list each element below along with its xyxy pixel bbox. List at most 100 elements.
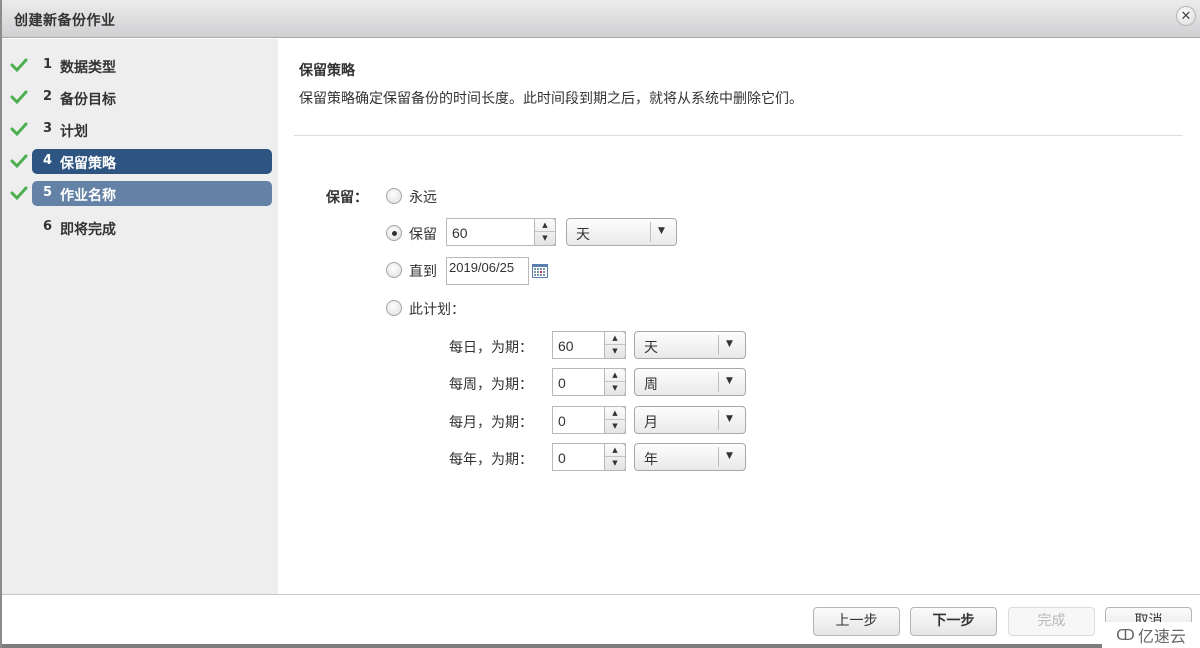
bottom-border [2,644,1102,648]
spin-down-button[interactable]: ▼ [605,457,625,470]
monthly-label: 每月，为期： [449,415,533,431]
yearly-value-input[interactable]: 0 ▲ ▼ [552,443,626,471]
divider [294,135,1183,136]
close-icon: ✕ [1180,8,1192,24]
monthly-value-spinner: ▲ ▼ [604,406,626,434]
watermark: ↀ 亿速云 [1102,622,1200,648]
select-separator [718,372,719,392]
step-label: 备份目标 [60,92,116,108]
step-label: 即将完成 [60,222,116,238]
radio-keep[interactable] [386,225,402,241]
dialog-footer: 上一步 下一步 完成 取消 [2,594,1200,648]
step-backup-target[interactable]: 2 备份目标 [2,85,278,110]
until-date-input[interactable]: 2019/06/25 [446,257,529,285]
create-backup-job-dialog: 创建新备份作业 ✕ 1 数据类型 2 备份目标 3 计划 4 保留策略 5 作业… [0,0,1200,648]
spin-up-button[interactable]: ▲ [605,407,625,420]
radio-schedule-label: 此计划： [409,302,465,318]
yearly-unit-value: 年 [644,452,658,468]
check-icon [10,122,28,137]
back-button[interactable]: 上一步 [813,607,900,636]
retain-label: 保留： [326,190,368,206]
retention-policy-panel: 保留策略 保留策略确定保留备份的时间长度。此时间段到期之后，就将从系统中删除它们… [278,39,1200,594]
weekly-value: 0 [558,375,566,391]
chevron-down-icon: ▼ [726,451,733,461]
radio-forever-label: 永远 [409,190,437,206]
step-number: 6 [43,219,53,234]
step-number: 2 [43,89,53,104]
spin-down-button[interactable]: ▼ [535,232,555,245]
monthly-unit-select[interactable]: 月 ▼ [634,406,746,434]
keep-value-spinner: ▲ ▼ [534,218,556,246]
radio-schedule[interactable] [386,300,402,316]
next-button[interactable]: 下一步 [910,607,997,636]
step-number: 1 [43,57,53,72]
step-number: 4 [43,153,53,168]
step-schedule[interactable]: 3 计划 [2,117,278,142]
yearly-value: 0 [558,450,566,466]
spin-up-button[interactable]: ▲ [605,332,625,345]
keep-unit-value: 天 [576,227,590,243]
radio-until[interactable] [386,262,402,278]
dialog-titlebar: 创建新备份作业 ✕ [2,0,1200,38]
check-icon [10,90,28,105]
until-date-value: 2019/06/25 [449,260,515,275]
daily-value-input[interactable]: 60 ▲ ▼ [552,331,626,359]
daily-unit-value: 天 [644,340,658,356]
step-label: 计划 [60,124,88,140]
check-icon [10,186,28,201]
chevron-down-icon: ▼ [726,376,733,386]
monthly-unit-value: 月 [644,415,658,431]
radio-forever[interactable] [386,188,402,204]
step-data-type[interactable]: 1 数据类型 [2,53,278,78]
spin-down-button[interactable]: ▼ [605,382,625,395]
chevron-down-icon: ▼ [726,414,733,424]
chevron-down-icon: ▼ [726,339,733,349]
step-label: 作业名称 [60,188,116,204]
yearly-label: 每年，为期： [449,452,533,468]
spin-down-button[interactable]: ▼ [605,345,625,358]
radio-until-label: 直到 [409,264,437,280]
check-icon [10,58,28,73]
section-title: 保留策略 [299,63,355,79]
section-description: 保留策略确定保留备份的时间长度。此时间段到期之后，就将从系统中删除它们。 [299,91,803,107]
keep-value-input[interactable]: 60 ▲ ▼ [446,218,556,246]
daily-label: 每日，为期： [449,340,533,356]
select-separator [718,410,719,430]
check-icon [10,154,28,169]
keep-value: 60 [452,225,468,241]
weekly-unit-value: 周 [644,377,658,393]
select-separator [650,222,651,242]
daily-value: 60 [558,338,574,354]
step-job-name[interactable]: 5 作业名称 [2,181,278,206]
step-retention-policy[interactable]: 4 保留策略 [2,149,278,174]
cloud-logo-icon: ↀ [1116,626,1135,644]
spin-up-button[interactable]: ▲ [535,219,555,232]
keep-unit-select[interactable]: 天 ▼ [566,218,677,246]
spin-up-button[interactable]: ▲ [605,444,625,457]
dialog-title: 创建新备份作业 [14,13,116,29]
weekly-label: 每周，为期： [449,377,533,393]
monthly-value: 0 [558,413,566,429]
select-separator [718,447,719,467]
daily-unit-select[interactable]: 天 ▼ [634,331,746,359]
step-ready-to-complete[interactable]: 6 即将完成 [2,215,278,240]
radio-keep-label: 保留 [409,227,437,243]
calendar-icon[interactable] [532,264,548,278]
step-label: 数据类型 [60,60,116,76]
watermark-text: 亿速云 [1137,627,1186,646]
weekly-value-input[interactable]: 0 ▲ ▼ [552,368,626,396]
close-button[interactable]: ✕ [1176,6,1196,26]
wizard-steps-sidebar: 1 数据类型 2 备份目标 3 计划 4 保留策略 5 作业名称 6 即将完成 [2,39,278,594]
spin-up-button[interactable]: ▲ [605,369,625,382]
weekly-value-spinner: ▲ ▼ [604,368,626,396]
select-separator [718,335,719,355]
daily-value-spinner: ▲ ▼ [604,331,626,359]
finish-button[interactable]: 完成 [1008,607,1095,636]
spin-down-button[interactable]: ▼ [605,420,625,433]
yearly-value-spinner: ▲ ▼ [604,443,626,471]
weekly-unit-select[interactable]: 周 ▼ [634,368,746,396]
step-number: 3 [43,121,53,136]
monthly-value-input[interactable]: 0 ▲ ▼ [552,406,626,434]
chevron-down-icon: ▼ [658,226,665,236]
yearly-unit-select[interactable]: 年 ▼ [634,443,746,471]
